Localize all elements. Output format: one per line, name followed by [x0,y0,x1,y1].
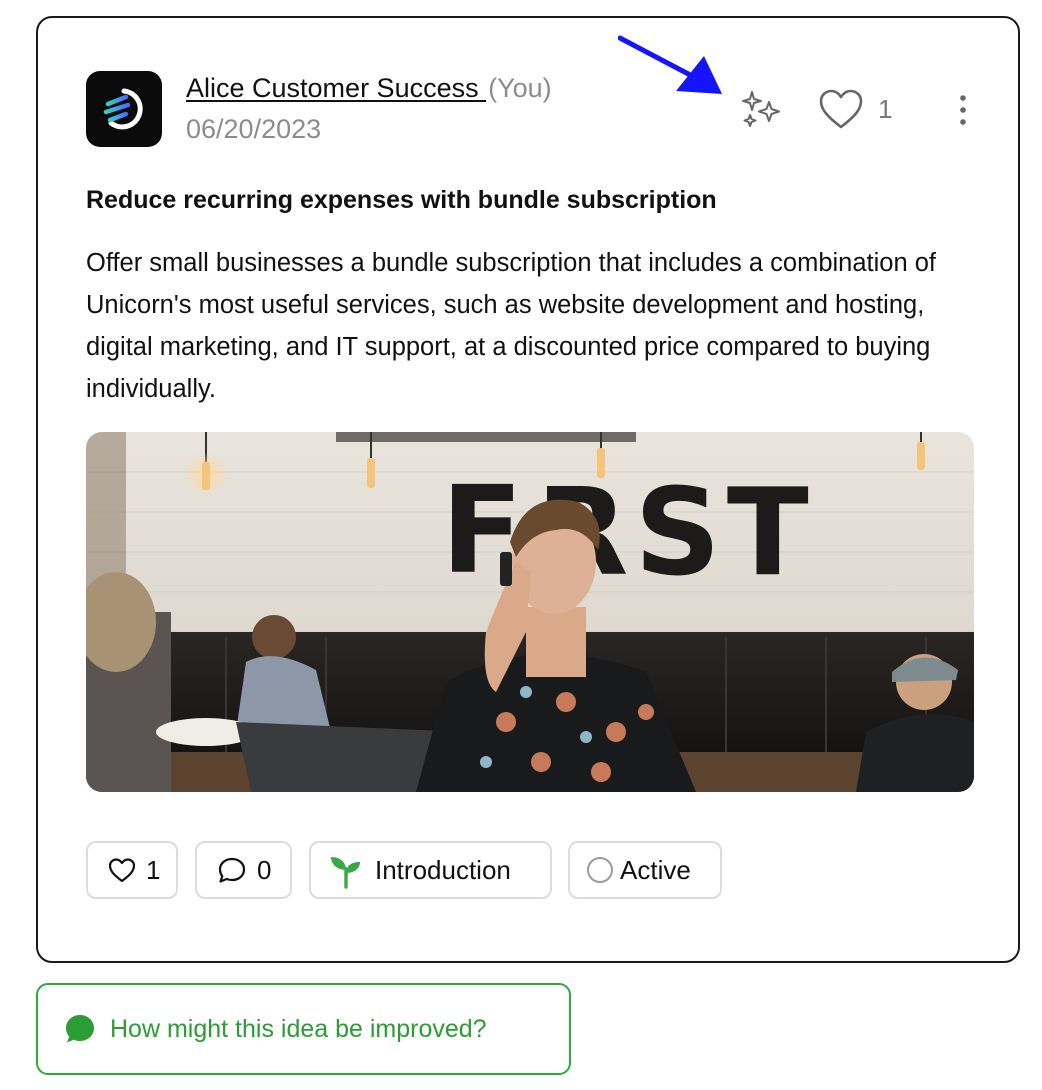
idea-photo: F RST [86,432,974,792]
heart-icon [108,858,136,883]
author-avatar[interactable] [86,71,162,147]
header-like-count: 1 [878,93,893,124]
like-chip[interactable]: 1 [86,841,178,899]
comment-chip[interactable]: 0 [195,841,292,899]
status-label: Active [620,854,691,885]
idea-description: Offer small businesses a bundle subscrip… [86,249,937,403]
category-tag-label: Introduction [375,854,511,885]
improve-idea-button[interactable]: How might this idea be improved? [36,983,571,1075]
comment-count: 0 [257,854,272,885]
idea-card: Alice Customer Success (You) 06/20/2023 … [36,16,1020,963]
circle-icon [587,857,613,883]
vertical-dots-icon [960,95,966,125]
chat-bubble-icon [66,1015,94,1043]
idea-title: Reduce recurring expenses with bundle su… [86,186,717,214]
post-date: 06/20/2023 [186,114,322,144]
author-line: Alice Customer Success (You) [186,71,552,105]
more-options-button[interactable] [948,92,978,128]
status-chip[interactable]: Active [568,841,722,899]
speech-bubble-icon [218,857,246,883]
author-name-link[interactable]: Alice Customer Success [186,73,486,103]
arrow-icon [618,35,722,94]
sprout-icon [331,857,360,889]
heart-icon [819,89,863,129]
you-tag: (You) [488,73,552,103]
like-count: 1 [146,854,161,885]
header-like-button[interactable]: 1 [818,86,892,132]
category-tag-chip[interactable]: Introduction [309,841,552,899]
improve-prompt: How might this idea be improved? [110,1014,487,1043]
ai-sparkle-button[interactable] [740,90,784,130]
logo-icon [103,88,143,130]
sparkles-icon [742,91,780,127]
